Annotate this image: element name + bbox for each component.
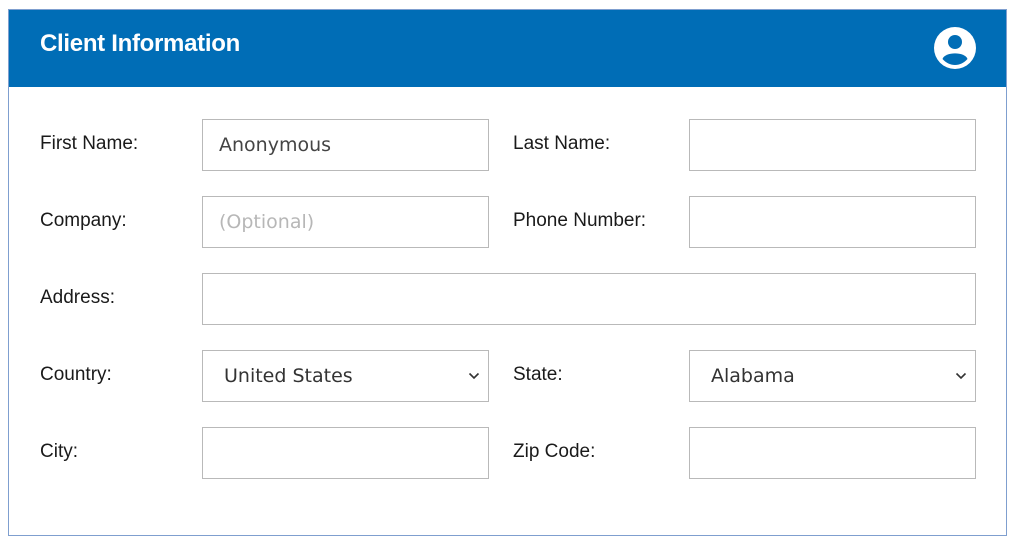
last-name-label: Last Name: [513, 133, 611, 154]
state-label: State: [513, 364, 563, 385]
first-name-input[interactable] [202, 119, 489, 171]
chevron-down-icon [955, 372, 967, 380]
chevron-down-icon [468, 372, 480, 380]
zip-code-label: Zip Code: [513, 441, 596, 462]
state-selected-value: Alabama [711, 365, 795, 387]
client-information-panel: Client Information First Name: Last Name… [8, 9, 1007, 536]
last-name-input[interactable] [689, 119, 976, 171]
phone-number-input[interactable] [689, 196, 976, 248]
phone-number-label: Phone Number: [513, 210, 647, 231]
company-label: Company: [40, 210, 127, 231]
panel-title: Client Information [40, 30, 240, 57]
first-name-label: First Name: [40, 133, 139, 154]
panel-header: Client Information [9, 10, 1006, 87]
address-label: Address: [40, 287, 115, 308]
company-input[interactable] [202, 196, 489, 248]
country-selected-value: United States [224, 365, 353, 387]
country-select[interactable]: United States [202, 350, 489, 402]
zip-code-input[interactable] [689, 427, 976, 479]
state-select[interactable]: Alabama [689, 350, 976, 402]
city-label: City: [40, 441, 78, 462]
country-label: Country: [40, 364, 112, 385]
user-circle-icon[interactable] [934, 27, 976, 69]
city-input[interactable] [202, 427, 489, 479]
address-input[interactable] [202, 273, 976, 325]
